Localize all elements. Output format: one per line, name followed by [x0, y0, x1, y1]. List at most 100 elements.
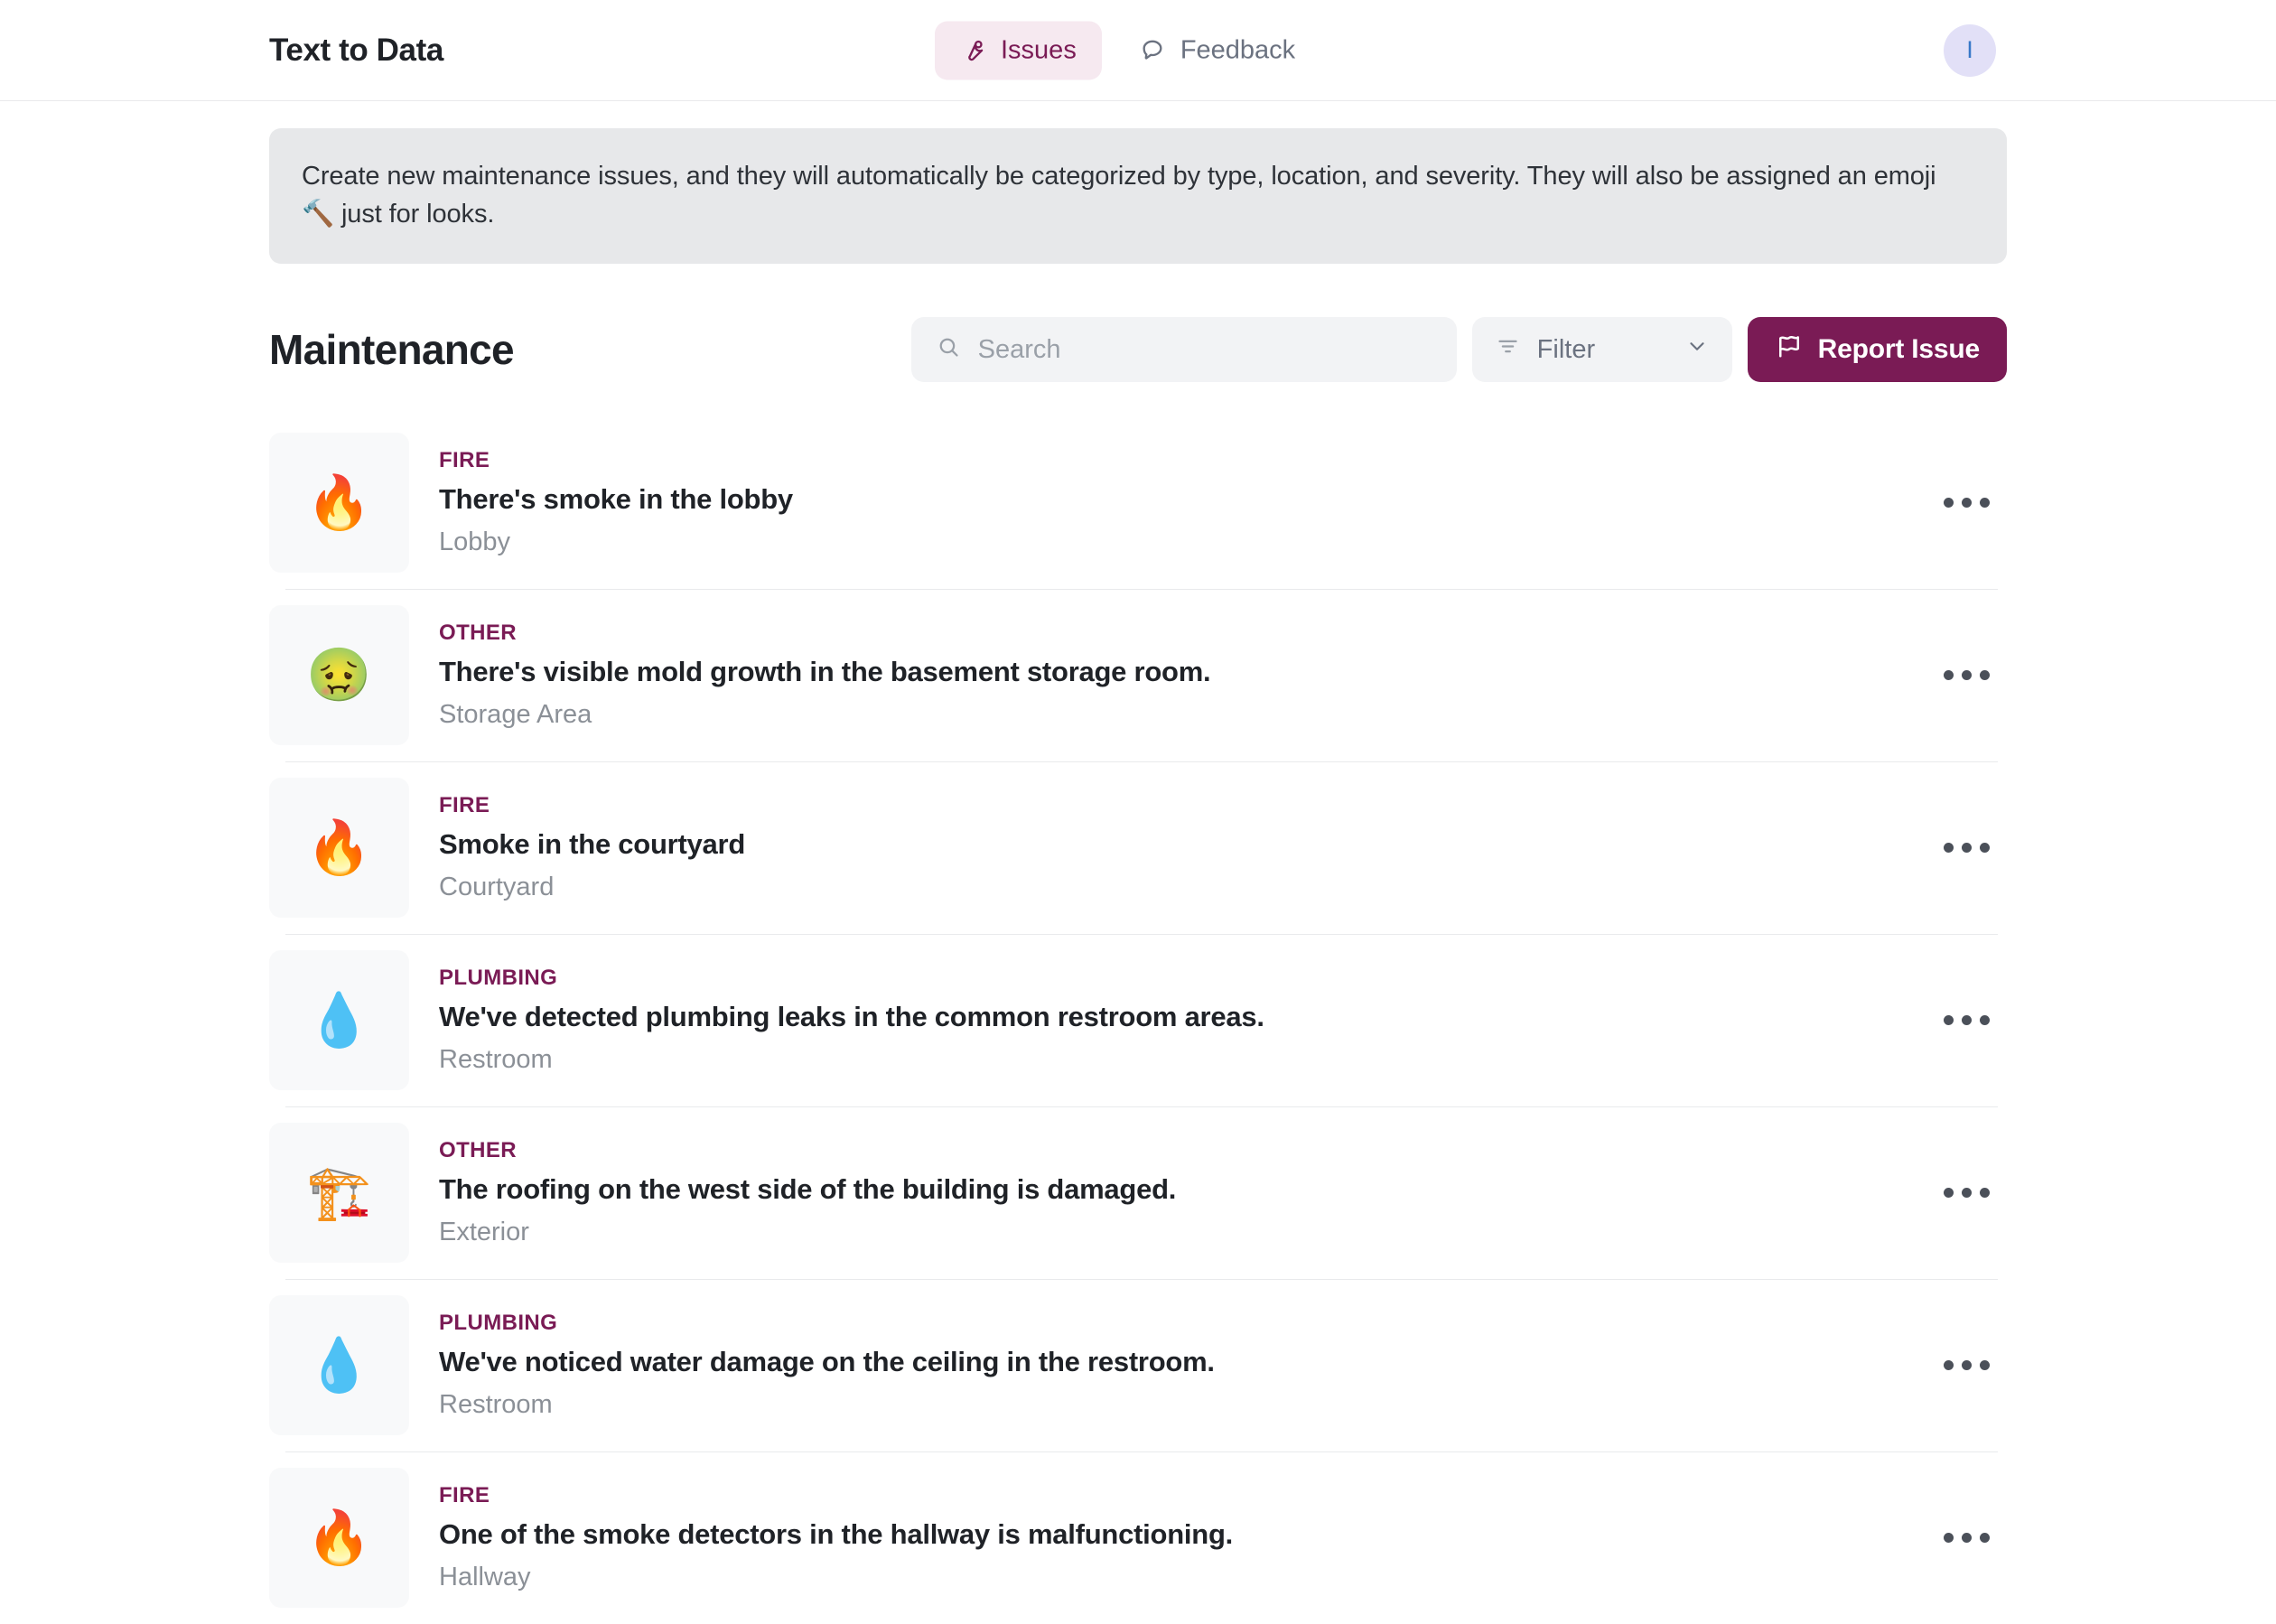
issue-category-label: FIRE — [439, 448, 490, 472]
main-nav-tabs: Issues Feedback — [935, 21, 1320, 79]
search-icon — [937, 335, 961, 364]
menu-dot — [1980, 1188, 1990, 1198]
issue-emoji-icon: 💧 — [306, 990, 372, 1050]
tab-issues[interactable]: Issues — [935, 21, 1102, 79]
chevron-down-icon — [1685, 334, 1709, 365]
report-issue-button[interactable]: Report Issue — [1747, 317, 2007, 382]
issue-row-menu-button[interactable] — [1935, 656, 1999, 695]
issue-location: Lobby — [439, 527, 511, 556]
menu-dot — [1962, 843, 1972, 853]
issue-row-menu-button[interactable] — [1935, 828, 1999, 867]
report-issue-label: Report Issue — [1817, 334, 1981, 364]
issue-emoji-icon: 🏗️ — [306, 1162, 372, 1222]
issue-emoji-icon: 💧 — [306, 1335, 372, 1395]
issue-title: We've noticed water damage on the ceilin… — [439, 1346, 1215, 1377]
issue-row[interactable]: 🏗️ OTHER The roofing on the west side of t… — [269, 1106, 2007, 1279]
issue-emoji-icon: 🔥 — [306, 472, 372, 532]
menu-dot — [1980, 1360, 1990, 1370]
page-content: Create new maintenance issues, and they … — [0, 128, 2276, 1624]
filter-label: Filter — [1536, 334, 1596, 364]
issue-list: 🔥 FIRE There's smoke in the lobby Lobby 🤢 OTH… — [269, 416, 2007, 1624]
issue-emoji-tile: 💧 — [269, 950, 409, 1090]
menu-dot — [1944, 1015, 1954, 1025]
menu-dot — [1962, 498, 1972, 508]
issue-location: Restroom — [439, 1045, 553, 1074]
issue-row[interactable]: 💧 PLUMBING We've detected plumbing leaks i… — [269, 934, 2007, 1106]
issue-row[interactable]: 🤢 OTHER There's visible mold growth in the… — [269, 589, 2007, 761]
tab-issues-label: Issues — [1001, 35, 1077, 64]
issue-title: There's visible mold growth in the basem… — [439, 656, 1211, 687]
issue-row-menu-button[interactable] — [1935, 1518, 1999, 1557]
app-brand-title: Text to Data — [269, 32, 443, 68]
toolbar-actions: Filter Report Issue — [910, 317, 2007, 382]
issue-category-label: FIRE — [439, 1483, 490, 1507]
issue-row[interactable]: 🔥 FIRE One of the smoke detectors in the h… — [269, 1451, 2007, 1624]
issue-emoji-tile: 🔥 — [269, 778, 409, 918]
issue-body: OTHER There's visible mold growth in the … — [439, 621, 1211, 729]
issue-row[interactable]: 🔥 FIRE There's smoke in the lobby Lobby — [269, 416, 2007, 589]
issue-row-menu-button[interactable] — [1935, 1001, 1999, 1040]
menu-dot — [1962, 1188, 1972, 1198]
menu-dot — [1962, 670, 1972, 680]
search-box[interactable] — [910, 317, 1457, 382]
issue-category-label: OTHER — [439, 1138, 517, 1162]
menu-dot — [1962, 1015, 1972, 1025]
tab-feedback[interactable]: Feedback — [1115, 21, 1320, 79]
issue-category-label: PLUMBING — [439, 966, 558, 990]
issue-category-label: OTHER — [439, 621, 517, 645]
speech-bubble-icon — [1140, 38, 1165, 63]
issue-emoji-tile: 💧 — [269, 1295, 409, 1435]
issue-title: There's smoke in the lobby — [439, 483, 793, 515]
menu-dot — [1944, 1360, 1954, 1370]
menu-dot — [1980, 498, 1990, 508]
issue-category-label: FIRE — [439, 793, 490, 817]
issue-row-menu-button[interactable] — [1935, 483, 1999, 522]
issue-emoji-icon: 🔥 — [306, 1507, 372, 1567]
menu-dot — [1980, 843, 1990, 853]
menu-dot — [1962, 1533, 1972, 1543]
menu-dot — [1944, 670, 1954, 680]
list-toolbar: Maintenance Search Filter Report Issue — [269, 317, 2007, 382]
filter-dropdown[interactable]: Filter — [1471, 317, 1732, 382]
user-avatar[interactable]: I — [1944, 23, 1996, 77]
menu-dot — [1980, 1015, 1990, 1025]
filter-icon — [1496, 334, 1520, 366]
issue-emoji-tile: 🔥 — [269, 433, 409, 573]
issue-body: OTHER The roofing on the west side of the… — [439, 1140, 1176, 1246]
issue-location: Courtyard — [439, 873, 555, 901]
menu-dot — [1944, 498, 1954, 508]
search-input[interactable] — [977, 334, 1432, 365]
info-banner: Create new maintenance issues, and they … — [269, 128, 2007, 264]
issue-row-menu-button[interactable] — [1935, 1346, 1999, 1385]
issue-body: FIRE One of the smoke detectors in the ha… — [439, 1485, 1233, 1591]
issue-location: Storage Area — [439, 700, 592, 729]
issue-category-label: PLUMBING — [439, 1311, 558, 1335]
issue-emoji-tile: 🔥 — [269, 1468, 409, 1608]
page-title: Maintenance — [269, 326, 515, 373]
issue-emoji-icon: 🔥 — [306, 817, 372, 877]
issue-row[interactable]: 💧 PLUMBING We've noticed water damage on t… — [269, 1279, 2007, 1451]
menu-dot — [1980, 1533, 1990, 1543]
issue-row[interactable]: 🔥 FIRE Smoke in the courtyard Courtyard — [269, 761, 2007, 934]
issue-title: Smoke in the courtyard — [439, 828, 746, 860]
menu-dot — [1980, 670, 1990, 680]
issue-location: Exterior — [439, 1218, 529, 1246]
issue-title: The roofing on the west side of the buil… — [439, 1173, 1177, 1205]
issue-location: Hallway — [439, 1563, 531, 1591]
flag-icon — [1775, 332, 1802, 367]
issue-emoji-icon: 🤢 — [306, 645, 372, 705]
issue-location: Restroom — [439, 1390, 553, 1419]
issue-body: FIRE Smoke in the courtyard Courtyard — [439, 795, 745, 901]
issue-body: FIRE There's smoke in the lobby Lobby — [439, 450, 793, 555]
issue-emoji-tile: 🏗️ — [269, 1123, 409, 1263]
menu-dot — [1944, 1533, 1954, 1543]
issue-title: We've detected plumbing leaks in the com… — [439, 1001, 1264, 1032]
issue-emoji-tile: 🤢 — [269, 605, 409, 745]
issue-body: PLUMBING We've noticed water damage on th… — [439, 1312, 1215, 1418]
avatar-initial: I — [1966, 36, 1973, 63]
tab-feedback-label: Feedback — [1180, 35, 1296, 64]
issue-row-menu-button[interactable] — [1935, 1173, 1999, 1212]
wrench-icon — [960, 38, 985, 63]
menu-dot — [1944, 1188, 1954, 1198]
issue-title: One of the smoke detectors in the hallwa… — [439, 1518, 1233, 1550]
